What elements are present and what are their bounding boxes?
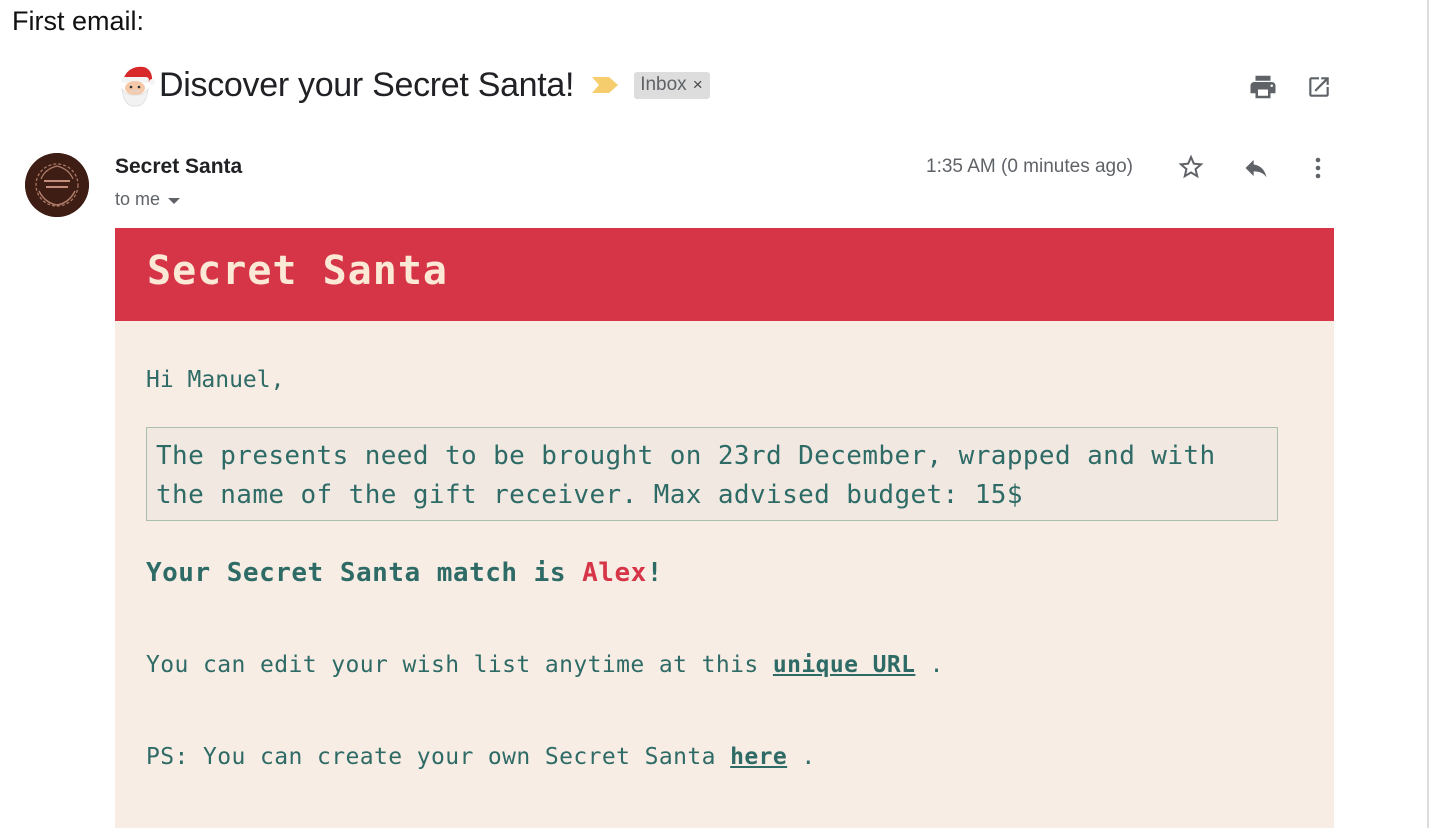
ps-text: PS: You can create your own Secret Santa… xyxy=(146,744,816,770)
match-suffix: ! xyxy=(646,558,663,588)
recipient-text: to me xyxy=(115,189,161,209)
star-icon[interactable] xyxy=(1176,152,1206,182)
email-banner: Secret Santa xyxy=(115,228,1334,321)
sender-avatar[interactable] xyxy=(25,153,89,217)
edit-wishlist-text: You can edit your wish list anytime at t… xyxy=(146,652,944,678)
banner-title: Secret Santa xyxy=(147,248,448,294)
edit-prefix: You can edit your wish list anytime at t… xyxy=(146,652,773,678)
match-announcement: Your Secret Santa match is Alex! xyxy=(146,558,663,588)
remove-label-icon[interactable]: × xyxy=(693,75,703,95)
message-timestamp: 1:35 AM (0 minutes ago) xyxy=(926,156,1133,177)
here-link[interactable]: here xyxy=(730,744,787,770)
print-icon[interactable] xyxy=(1248,72,1278,102)
open-in-new-window-icon[interactable] xyxy=(1306,74,1332,100)
santa-emoji-icon xyxy=(116,63,156,107)
ps-suffix: . xyxy=(787,744,816,770)
greeting-text: Hi Manuel, xyxy=(146,367,285,393)
more-vert-icon[interactable] xyxy=(1308,154,1328,182)
chevron-down-icon[interactable] xyxy=(168,197,181,204)
ps-prefix: PS: You can create your own Secret Santa xyxy=(146,744,731,770)
edit-suffix: . xyxy=(915,652,944,678)
recipient-details[interactable]: to me xyxy=(115,189,181,210)
inbox-label-chip[interactable]: Inbox × xyxy=(634,71,710,99)
notice-box: The presents need to be brought on 23rd … xyxy=(146,427,1278,521)
reply-icon[interactable] xyxy=(1240,154,1272,182)
email-subject: Discover your Secret Santa! xyxy=(159,65,575,104)
match-name: Alex xyxy=(582,558,647,588)
unique-url-link[interactable]: unique URL xyxy=(773,652,915,678)
sender-name: Secret Santa xyxy=(115,155,243,178)
subject-row: Discover your Secret Santa! Inbox × xyxy=(116,62,710,108)
inbox-label-text: Inbox xyxy=(640,73,687,95)
match-prefix: Your Secret Santa match is xyxy=(146,558,583,588)
importance-marker-icon[interactable] xyxy=(592,77,619,93)
caption-text: First email: xyxy=(12,6,145,36)
email-body: Secret Santa Hi Manuel, The presents nee… xyxy=(115,228,1334,828)
page-right-border xyxy=(1427,0,1429,828)
